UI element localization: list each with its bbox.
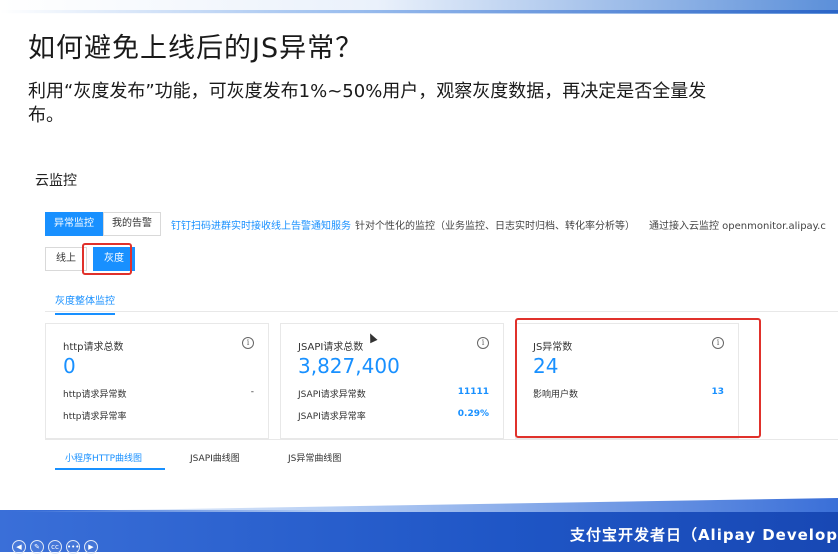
card-row: JSAPI请求异常率 0.29% [298, 409, 489, 422]
row-label: JSAPI请求异常数 [298, 390, 366, 400]
info-icon[interactable]: i [477, 337, 489, 349]
env-online-button[interactable]: 线上 [45, 247, 87, 271]
section-label: 云监控 [35, 173, 77, 189]
chart-tabs: 小程序HTTP曲线图 JSAPI曲线图 JS异常曲线图 [45, 439, 838, 472]
row-value: 0.29% [457, 409, 489, 419]
card-http-requests: http请求总数 i 0 http请求异常数 - http请求异常率 [45, 323, 269, 439]
highlight-gray-button [82, 243, 132, 275]
row-value: - [250, 387, 254, 397]
tab-exception-monitor[interactable]: 异常监控 [45, 212, 103, 236]
row-label: http请求异常数 [63, 390, 127, 400]
card-row: http请求异常数 - [63, 387, 254, 400]
divider [45, 311, 838, 312]
top-decor-band [0, 0, 838, 14]
active-tab-indicator [55, 468, 165, 470]
tab-jsapi-chart[interactable]: JSAPI曲线图 [190, 451, 240, 464]
openmonitor-note: 通过接入云监控 openmonitor.alipay.c [649, 220, 826, 232]
tab-js-error-chart[interactable]: JS异常曲线图 [288, 451, 341, 464]
card-value: 3,827,400 [298, 354, 400, 378]
card-row: JSAPI请求异常数 11111 [298, 387, 489, 400]
slide-description: 利用“灰度发布”功能，可灰度发布1%~50%用户，观察灰度数据，再决定是否全量发… [28, 81, 707, 126]
slide-title: 如何避免上线后的JS异常？ [28, 33, 364, 64]
custom-monitor-note: 针对个性化的监控（业务监控、日志实时归档、转化率分析等） [355, 220, 635, 232]
card-jsapi-requests: JSAPI请求总数 i 3,827,400 JSAPI请求异常数 11111 J… [280, 323, 504, 439]
card-row: http请求异常率 [63, 409, 254, 422]
row-label: http请求异常率 [63, 412, 127, 422]
tab-my-alerts[interactable]: 我的告警 [103, 212, 161, 236]
monitor-nav: 异常监控 我的告警 钉钉扫码进群实时接收线上告警通知服务 针对个性化的监控（业务… [45, 212, 826, 236]
dingtalk-alert-link[interactable]: 钉钉扫码进群实时接收线上告警通知服务 [171, 217, 351, 232]
tab-http-chart[interactable]: 小程序HTTP曲线图 [65, 451, 142, 464]
card-title: http请求总数 [63, 342, 124, 353]
card-title: JSAPI请求总数 [298, 342, 364, 353]
info-icon[interactable]: i [242, 337, 254, 349]
row-value: 11111 [457, 387, 489, 397]
row-label: JSAPI请求异常率 [298, 412, 366, 422]
highlight-js-exception-card [515, 318, 761, 438]
footer-event-name: 支付宝开发者日（Alipay Develop [569, 526, 838, 544]
card-value: 0 [63, 354, 76, 378]
